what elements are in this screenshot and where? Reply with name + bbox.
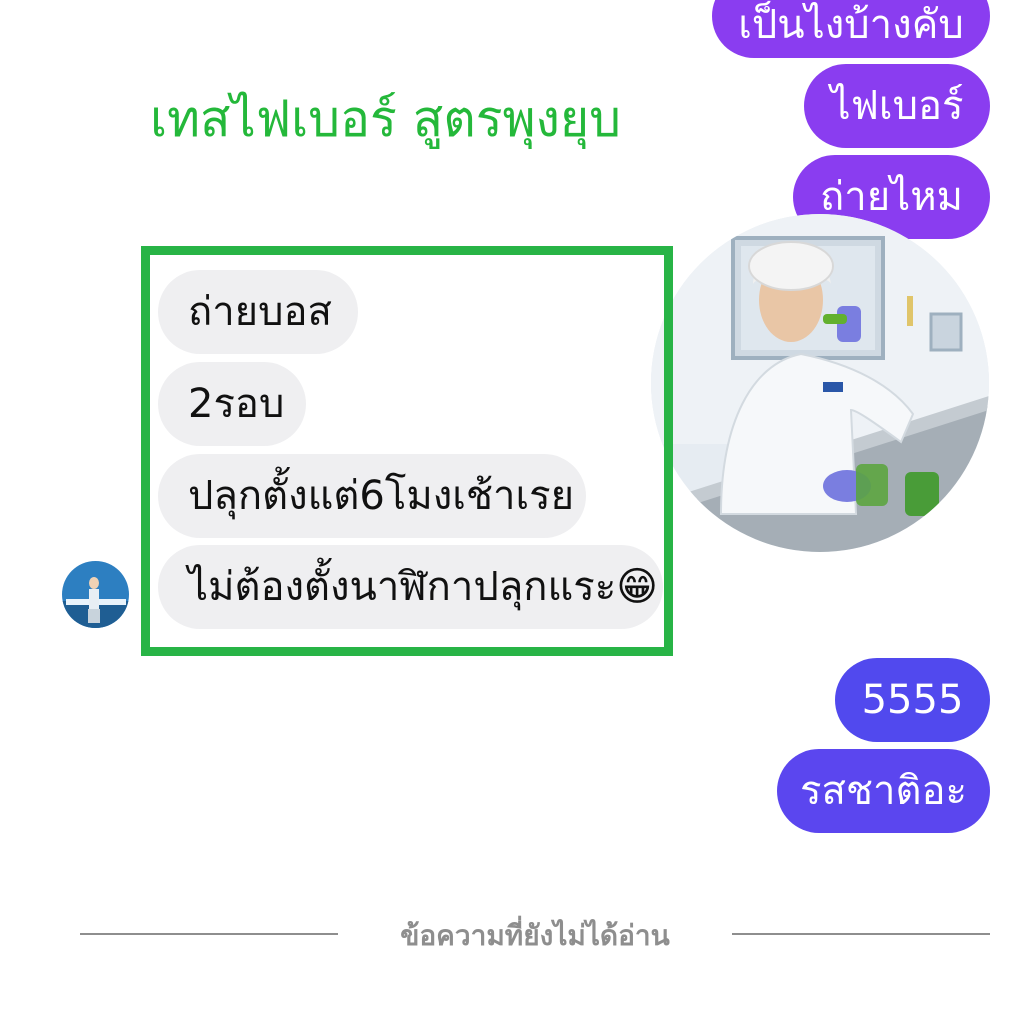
header-title: เทสไฟเบอร์ สูตรพุงยุบ bbox=[150, 90, 621, 148]
divider-line-right bbox=[732, 933, 990, 935]
message-text: รสชาติอะ bbox=[800, 768, 967, 814]
message-text: เป็นไงบ้างคับ bbox=[738, 2, 964, 48]
message-text: ไฟเบอร์ bbox=[830, 83, 964, 129]
message-text: 5555 bbox=[861, 677, 964, 723]
outgoing-message-bubble[interactable]: ไฟเบอร์ bbox=[804, 64, 990, 148]
outgoing-message-bubble[interactable]: 5555 bbox=[835, 658, 990, 742]
highlight-frame bbox=[141, 246, 673, 656]
outgoing-message-bubble[interactable]: รสชาติอะ bbox=[777, 749, 990, 833]
outgoing-message-bubble[interactable]: เป็นไงบ้างคับ bbox=[712, 0, 990, 58]
sender-avatar[interactable] bbox=[62, 561, 129, 628]
message-text: ถ่ายไหม bbox=[820, 174, 963, 220]
unread-messages-divider: ข้อความที่ยังไม่ได้อ่าน bbox=[400, 919, 670, 952]
lab-photo bbox=[651, 214, 989, 552]
divider-line-left bbox=[80, 933, 338, 935]
